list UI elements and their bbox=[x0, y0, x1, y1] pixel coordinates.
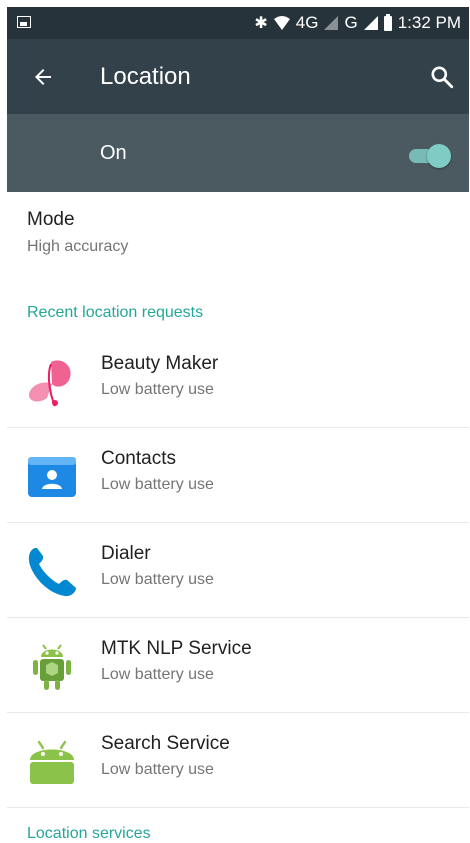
arrow-back-icon[interactable] bbox=[31, 65, 55, 89]
list-item[interactable]: MTK NLP Service Low battery use bbox=[7, 618, 469, 713]
butterfly-icon bbox=[28, 360, 71, 407]
battery-usage: Low battery use bbox=[101, 476, 214, 493]
android-icon bbox=[30, 740, 74, 784]
app-name: Dialer bbox=[101, 543, 151, 564]
action-bar: Location bbox=[7, 39, 469, 114]
mode-title: Mode bbox=[27, 209, 75, 230]
battery-icon bbox=[383, 13, 392, 31]
recent-requests-header: Recent location requests bbox=[27, 304, 204, 321]
battery-usage: Low battery use bbox=[101, 571, 214, 588]
list-item[interactable]: Search Service Low battery use bbox=[7, 713, 469, 808]
toggle-thumb bbox=[427, 144, 451, 168]
mode-value: High accuracy bbox=[27, 238, 129, 255]
app-name: Beauty Maker bbox=[101, 353, 219, 374]
switch-label: On bbox=[100, 142, 127, 164]
signal-icon-2 bbox=[363, 16, 378, 30]
location-settings-screen: ✱ 4G G 1:32 PM Location On Mode High acc… bbox=[7, 7, 469, 843]
phone-icon bbox=[28, 548, 76, 597]
list-item[interactable]: Beauty Maker Low battery use bbox=[7, 333, 469, 428]
app-name: MTK NLP Service bbox=[101, 638, 252, 659]
contacts-icon bbox=[28, 457, 76, 497]
location-master-switch-bar[interactable]: On bbox=[7, 114, 469, 192]
page-title: Location bbox=[100, 63, 191, 90]
list-item[interactable]: Contacts Low battery use bbox=[7, 428, 469, 523]
location-services-header: Location services bbox=[27, 825, 151, 842]
wifi-icon bbox=[273, 16, 290, 30]
status-icons: ✱ 4G G 1:32 PM bbox=[254, 7, 461, 39]
app-name: Search Service bbox=[101, 733, 230, 754]
signal-icon-1 bbox=[324, 16, 339, 30]
network-type-label: 4G bbox=[295, 13, 319, 32]
battery-usage: Low battery use bbox=[101, 761, 214, 778]
list-item[interactable]: Dialer Low battery use bbox=[7, 523, 469, 618]
mode-setting[interactable]: Mode High accuracy bbox=[27, 209, 128, 256]
status-bar: ✱ 4G G 1:32 PM bbox=[7, 7, 469, 39]
location-toggle[interactable] bbox=[407, 144, 451, 168]
status-time: 1:32 PM bbox=[397, 13, 461, 32]
screenshot-notification-icon bbox=[17, 16, 31, 28]
network-type-label-2: G bbox=[344, 13, 358, 32]
app-name: Contacts bbox=[101, 448, 176, 469]
search-icon[interactable] bbox=[429, 64, 455, 90]
bluetooth-icon: ✱ bbox=[254, 15, 268, 32]
battery-usage: Low battery use bbox=[101, 666, 214, 683]
android-robot-icon bbox=[33, 644, 71, 690]
battery-usage: Low battery use bbox=[101, 381, 214, 398]
